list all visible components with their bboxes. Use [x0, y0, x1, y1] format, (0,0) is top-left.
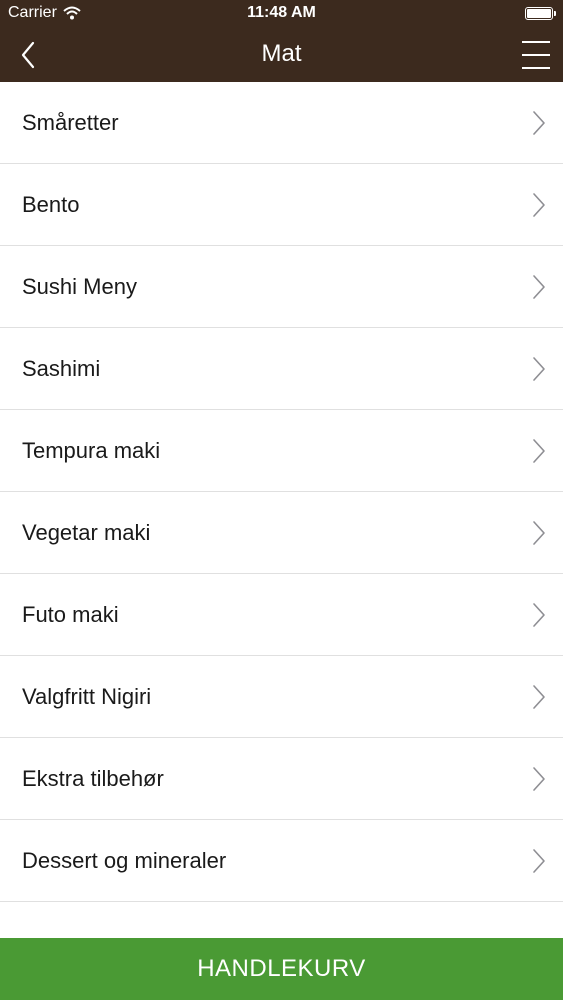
chevron-right-icon [533, 274, 545, 299]
list-item-label: Valgfritt Nigiri [22, 683, 152, 709]
list-item-label: Tempura maki [22, 437, 161, 463]
list-item[interactable]: Dessert og mineraler [0, 820, 563, 902]
cart-button-label: HANDLEKURV [197, 955, 366, 982]
list-item[interactable]: Sushi Meny [0, 246, 563, 328]
status-bar: Carrier 11:48 AM [0, 0, 563, 28]
list-item[interactable]: Bento [0, 164, 563, 246]
category-list: Småretter Bento Sushi Meny Sashimi Tempura m… [0, 82, 563, 902]
nav-bar: Mat [0, 28, 563, 82]
page-title: Mat [261, 40, 302, 67]
list-item[interactable]: Tempura maki [0, 410, 563, 492]
list-item[interactable]: Vegetar maki [0, 492, 563, 574]
chevron-right-icon [533, 192, 545, 217]
menu-button[interactable] [519, 38, 553, 72]
status-time: 11:48 AM [247, 4, 316, 21]
chevron-right-icon [533, 520, 545, 545]
list-item[interactable]: Ekstra tilbehør [0, 738, 563, 820]
chevron-right-icon [533, 356, 545, 381]
list-item-label: Vegetar maki [22, 519, 151, 545]
list-item[interactable]: Sashimi [0, 328, 563, 410]
chevron-right-icon [533, 766, 545, 791]
screen: Carrier 11:48 AM Mat Småretter Bento Sushi… [0, 0, 563, 1000]
list-item[interactable]: Småretter [0, 82, 563, 164]
chevron-right-icon [533, 602, 545, 627]
list-item-label: Sashimi [22, 355, 101, 381]
list-item[interactable]: Futo maki [0, 574, 563, 656]
list-item-label: Dessert og mineraler [22, 847, 227, 873]
battery-icon [525, 7, 556, 20]
chevron-right-icon [533, 438, 545, 463]
chevron-right-icon [533, 684, 545, 709]
list-item-label: Sushi Meny [22, 273, 137, 299]
cart-button[interactable]: HANDLEKURV [0, 938, 563, 1000]
hamburger-menu-icon-bar [522, 67, 550, 69]
list-item[interactable]: Valgfritt Nigiri [0, 656, 563, 738]
list-item-label: Ekstra tilbehør [22, 765, 164, 791]
list-item-label: Futo maki [22, 601, 119, 627]
hamburger-menu-icon-bar [522, 41, 550, 43]
list-item-label: Småretter [22, 109, 119, 135]
list-item-label: Bento [22, 191, 80, 217]
hamburger-menu-icon-bar [522, 54, 550, 56]
chevron-right-icon [533, 848, 545, 873]
chevron-right-icon [533, 110, 545, 135]
